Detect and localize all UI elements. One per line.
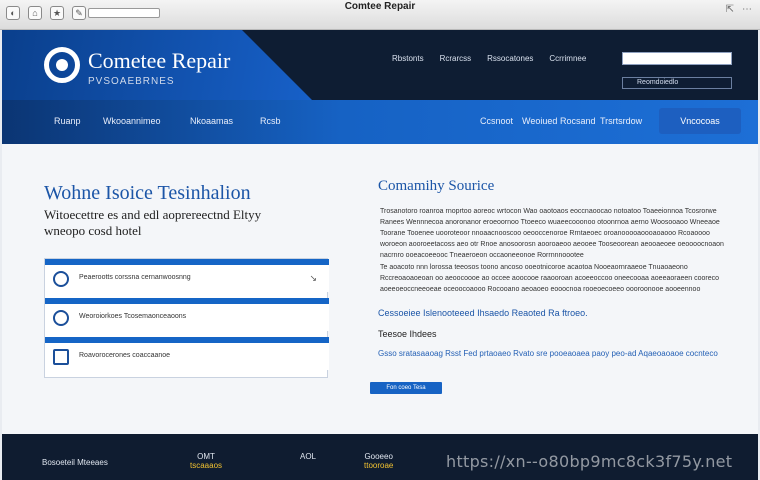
top-link[interactable]: Rcrarcss — [440, 54, 472, 63]
link-text[interactable]: Gsso sratasaaoag Rsst Fed prtaoaeo Rvato… — [378, 348, 723, 359]
site-header: Cometee Repair PVSOAEBRNES Rbstonts Rcra… — [2, 30, 758, 100]
document-icon — [53, 349, 69, 365]
service-label: Peaerootts corssna cernanwoosnng — [79, 274, 191, 281]
brand-name[interactable]: Cometee Repair — [88, 48, 230, 74]
top-link[interactable]: Rssocatones — [487, 54, 533, 63]
main-content: Wohne Isoice Tesinhalion Witoecettre es … — [2, 144, 758, 434]
brand-tagline: PVSOAEBRNES — [88, 76, 175, 87]
footer-item[interactable]: AOL — [300, 452, 316, 461]
nav-item[interactable]: Ccsnoot — [480, 116, 513, 126]
nav-item[interactable]: Ruanp — [54, 116, 81, 126]
services-list: Peaerootts corssna cernanwoosnng ↘ Weoro… — [44, 258, 329, 378]
footer-sub: ttooroae — [364, 461, 394, 470]
page-subtitle: Witoecettre es and edl aoprereectnd Elty… — [44, 207, 262, 238]
search-input[interactable] — [622, 52, 732, 65]
top-links: Rbstonts Rcrarcss Rssocatones Ccrrimnee — [392, 54, 586, 63]
list-item[interactable]: Roavorocerones coaccaanoe — [45, 337, 329, 370]
service-label: Roavorocerones coaccaanoe — [79, 352, 171, 359]
search-button[interactable]: Reomdoiedlo — [622, 77, 732, 89]
footer-item[interactable]: Bosoeteil Mteeaes — [42, 458, 108, 467]
nav-item[interactable]: Rocsand — [560, 116, 596, 126]
nav-item[interactable]: Rcsb — [260, 116, 281, 126]
more-icon[interactable]: ⋯ — [742, 4, 752, 15]
footer-label: OMT — [197, 452, 215, 461]
read-more-button[interactable]: Fon coeo Tesa — [370, 382, 442, 394]
footer-sub: tscaaaos — [190, 461, 223, 470]
top-link[interactable]: Ccrrimnee — [549, 54, 586, 63]
nav-item[interactable]: Nkoaamas — [190, 116, 233, 126]
section-title: Comamihy Sourice — [378, 178, 495, 194]
window-title: Comtee Repair — [344, 1, 416, 12]
body-paragraph: Trosanotoro roanroa rnoprtoo aoreoc wrto… — [380, 208, 724, 259]
window-controls: ⇱ ⋯ — [726, 4, 752, 15]
resize-icon[interactable]: ⇱ — [726, 4, 734, 15]
brand-panel: Cometee Repair PVSOAEBRNES — [2, 30, 312, 100]
logo-icon[interactable] — [44, 47, 80, 83]
sub-heading: Teesoe Ihdees — [378, 329, 437, 339]
site-footer: Bosoeteil Mteeaes OMT tscaaaos AOL Gooee… — [2, 434, 758, 480]
body-paragraph: Te aoacoto nnn lorossa teeosos toono anc… — [380, 264, 719, 293]
nav-item[interactable]: Wkooannimeo — [103, 116, 161, 126]
chevron-right-icon: ↘ — [309, 273, 317, 283]
refresh-icon — [53, 310, 69, 326]
page-title: Wohne Isoice Tesinhalion — [44, 182, 251, 204]
top-link[interactable]: Rbstonts — [392, 54, 424, 63]
list-item[interactable]: Peaerootts corssna cernanwoosnng ↘ — [45, 259, 329, 292]
footer-item[interactable]: OMT tscaaaos — [190, 452, 222, 470]
service-label: Weoroiorkoes Tcosemaonceaoons — [79, 313, 187, 320]
watermark: https://xn--o80bp9mc8ck3f75y.net — [446, 452, 733, 471]
browser-chrome: ◐ ⌂ ★ ✎ Comtee Repair ⇱ ⋯ — [0, 0, 760, 30]
main-nav: Ruanp Wkooannimeo Nkoaamas Rcsb Ccsnoot … — [2, 100, 758, 144]
globe-icon — [53, 271, 69, 287]
nav-item[interactable]: Weoiued — [522, 116, 557, 126]
highlight-text[interactable]: Cessoeiee Islenooteeed Ihsaedo Reaoted R… — [378, 308, 588, 318]
nav-item[interactable]: Trsrtsrdow — [600, 116, 642, 126]
list-item[interactable]: Weoroiorkoes Tcosemaonceaoons — [45, 298, 329, 331]
footer-item[interactable]: Gooeeo ttooroae — [364, 452, 393, 470]
footer-label: Gooeeo — [364, 452, 393, 461]
nav-cta-button[interactable]: Vncocoas — [659, 108, 741, 134]
